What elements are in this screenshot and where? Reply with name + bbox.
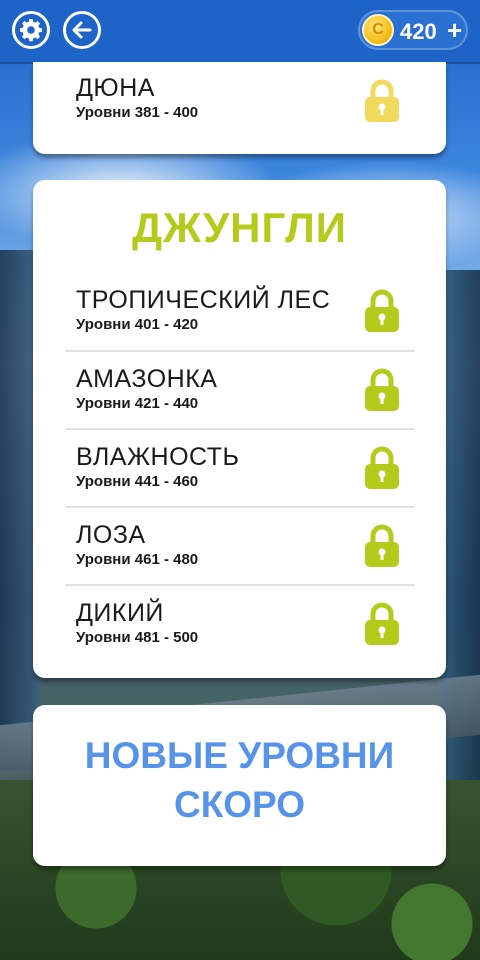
divider [65, 428, 415, 430]
coming-soon-line-1: НОВЫЕ УРОВНИ [84, 735, 395, 776]
world-title: ДЖУНГЛИ [132, 204, 347, 251]
lock-icon [362, 78, 402, 129]
coming-soon-text: НОВЫЕ УРОВНИ СКОРО [33, 731, 446, 829]
gear-icon [19, 18, 43, 42]
add-coins-button[interactable]: + [447, 15, 462, 46]
world-card-jungle: ДЖУНГЛИ ТРОПИЧЕСКИЙ ЛЕС Уровни 401 - 420… [33, 180, 446, 678]
divider [65, 584, 415, 586]
coin-count: 420 [400, 19, 437, 44]
coin-icon: C [362, 14, 394, 46]
lock-icon [362, 288, 402, 339]
lock-icon [362, 601, 402, 652]
back-button[interactable] [63, 11, 101, 49]
settings-button[interactable] [12, 11, 50, 49]
top-bar: C 420 + [0, 0, 480, 64]
level-pack-card-dune: ДЮНА Уровни 381 - 400 [33, 62, 446, 154]
coin-balance[interactable]: C 420 + [358, 10, 468, 50]
lock-icon [362, 445, 402, 496]
back-arrow-icon [71, 19, 93, 41]
divider [65, 350, 415, 352]
lock-icon [362, 367, 402, 418]
coming-soon-line-2: СКОРО [173, 784, 306, 825]
coming-soon-card: НОВЫЕ УРОВНИ СКОРО [33, 705, 446, 866]
divider [65, 506, 415, 508]
lock-icon [362, 523, 402, 574]
